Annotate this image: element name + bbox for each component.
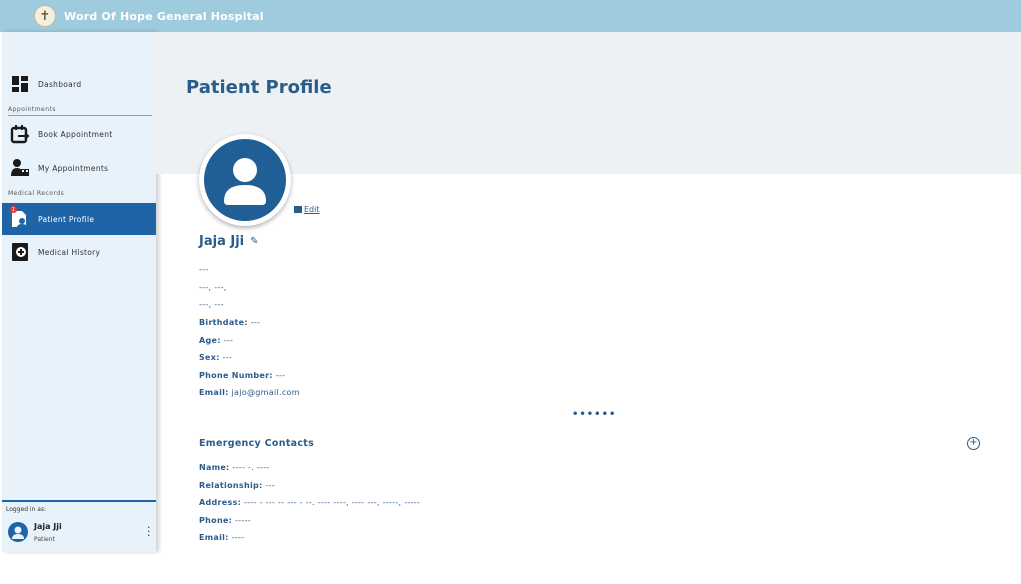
add-contact-icon[interactable]: + bbox=[967, 437, 980, 450]
sidebar-item-medical-history[interactable]: Medical History bbox=[2, 236, 156, 268]
edit-photo-link[interactable]: Edit bbox=[294, 205, 320, 214]
sidebar-item-patient-profile[interactable]: 1 Patient Profile bbox=[2, 203, 156, 235]
pencil-icon[interactable]: ✎ bbox=[250, 236, 258, 247]
patient-name-text: Jaja Jji bbox=[199, 234, 245, 249]
sidebar-item-book-appointment[interactable]: Book Appointment bbox=[2, 118, 156, 150]
hospital-logo-icon: ✝ bbox=[34, 5, 56, 27]
sidebar-item-label: Dashboard bbox=[38, 79, 82, 89]
medical-book-icon bbox=[10, 242, 30, 262]
emergency-address-row: Address: ---- - --- -- --- - --. ---- --… bbox=[199, 498, 420, 507]
image-icon bbox=[294, 206, 302, 213]
emergency-contacts-title: Emergency Contacts bbox=[199, 438, 315, 449]
sidebar-item-dashboard[interactable]: Dashboard bbox=[2, 68, 156, 100]
sidebar-item-label: Medical History bbox=[38, 247, 101, 257]
email-row: Email: jajo@gmail.com bbox=[199, 388, 300, 397]
logged-in-label: Logged in as: bbox=[6, 506, 47, 513]
page-header: Patient Profile bbox=[156, 32, 1021, 174]
age-value: --- bbox=[223, 336, 234, 345]
emergency-address-label: Address: bbox=[199, 498, 242, 507]
emergency-phone-row: Phone: ----- bbox=[199, 516, 251, 525]
sex-row: Sex: --- bbox=[199, 353, 232, 362]
app-title: Word Of Hope General Hospital bbox=[64, 9, 264, 23]
show-more-dots[interactable]: •••••• bbox=[572, 409, 616, 420]
emergency-phone-value: ----- bbox=[235, 516, 251, 525]
edit-label: Edit bbox=[304, 205, 320, 214]
page-title: Patient Profile bbox=[186, 77, 332, 98]
birthdate-value: --- bbox=[250, 318, 261, 327]
emergency-phone-label: Phone: bbox=[199, 516, 233, 525]
logged-in-user-panel: Logged in as: Jaja Jji Patient · · · bbox=[2, 500, 156, 552]
doctor-icon bbox=[10, 158, 30, 178]
person-icon bbox=[204, 139, 286, 221]
phone-label: Phone Number: bbox=[199, 371, 273, 380]
section-label-medical-records: Medical Records bbox=[8, 190, 65, 197]
profile-avatar bbox=[199, 134, 291, 226]
info-line-1: --- bbox=[199, 265, 209, 274]
sex-value: --- bbox=[222, 353, 233, 362]
divider bbox=[8, 115, 152, 116]
top-bar: ✝ Word Of Hope General Hospital bbox=[0, 0, 1021, 32]
section-label-appointments: Appointments bbox=[8, 106, 57, 113]
emergency-address-value: ---- - --- -- --- - --. ---- ----, ---- … bbox=[243, 498, 421, 507]
emergency-email-label: Email: bbox=[199, 533, 229, 542]
calendar-arrow-icon bbox=[10, 124, 30, 144]
age-row: Age: --- bbox=[199, 336, 233, 345]
sidebar-item-label: My Appointments bbox=[38, 163, 109, 173]
emergency-email-value: ---- bbox=[231, 533, 245, 542]
user-name: Jaja Jji bbox=[34, 522, 62, 531]
emergency-email-row: Email: ---- bbox=[199, 533, 244, 542]
info-line-2: ---, ---, bbox=[199, 283, 227, 292]
birthdate-row: Birthdate: --- bbox=[199, 318, 260, 327]
dashboard-icon bbox=[10, 74, 30, 94]
emergency-name-row: Name: ---- -. ---- bbox=[199, 463, 270, 472]
emergency-relationship-value: --- bbox=[265, 481, 275, 490]
more-options-icon[interactable]: · · · bbox=[147, 522, 151, 541]
emergency-relationship-label: Relationship: bbox=[199, 481, 263, 490]
patient-name: Jaja Jji ✎ bbox=[199, 234, 259, 249]
phone-value: --- bbox=[275, 371, 286, 380]
sidebar-item-label: Patient Profile bbox=[38, 214, 95, 224]
emergency-relationship-row: Relationship: --- bbox=[199, 481, 275, 490]
sidebar-item-label: Book Appointment bbox=[38, 129, 113, 139]
avatar[interactable] bbox=[8, 522, 28, 542]
info-line-3: ---, --- bbox=[199, 300, 224, 309]
user-role: Patient bbox=[34, 536, 55, 543]
sex-label: Sex: bbox=[199, 353, 220, 362]
emergency-name-label: Name: bbox=[199, 463, 230, 472]
emergency-name-value: ---- -. ---- bbox=[232, 463, 270, 472]
phone-row: Phone Number: --- bbox=[199, 371, 285, 380]
email-value: jajo@gmail.com bbox=[231, 388, 300, 397]
notification-badge: 1 bbox=[10, 206, 17, 213]
sidebar-item-my-appointments[interactable]: My Appointments bbox=[2, 152, 156, 184]
age-label: Age: bbox=[199, 336, 221, 345]
birthdate-label: Birthdate: bbox=[199, 318, 248, 327]
sidebar: Dashboard Appointments Book Appointment … bbox=[2, 32, 156, 552]
email-label: Email: bbox=[199, 388, 229, 397]
